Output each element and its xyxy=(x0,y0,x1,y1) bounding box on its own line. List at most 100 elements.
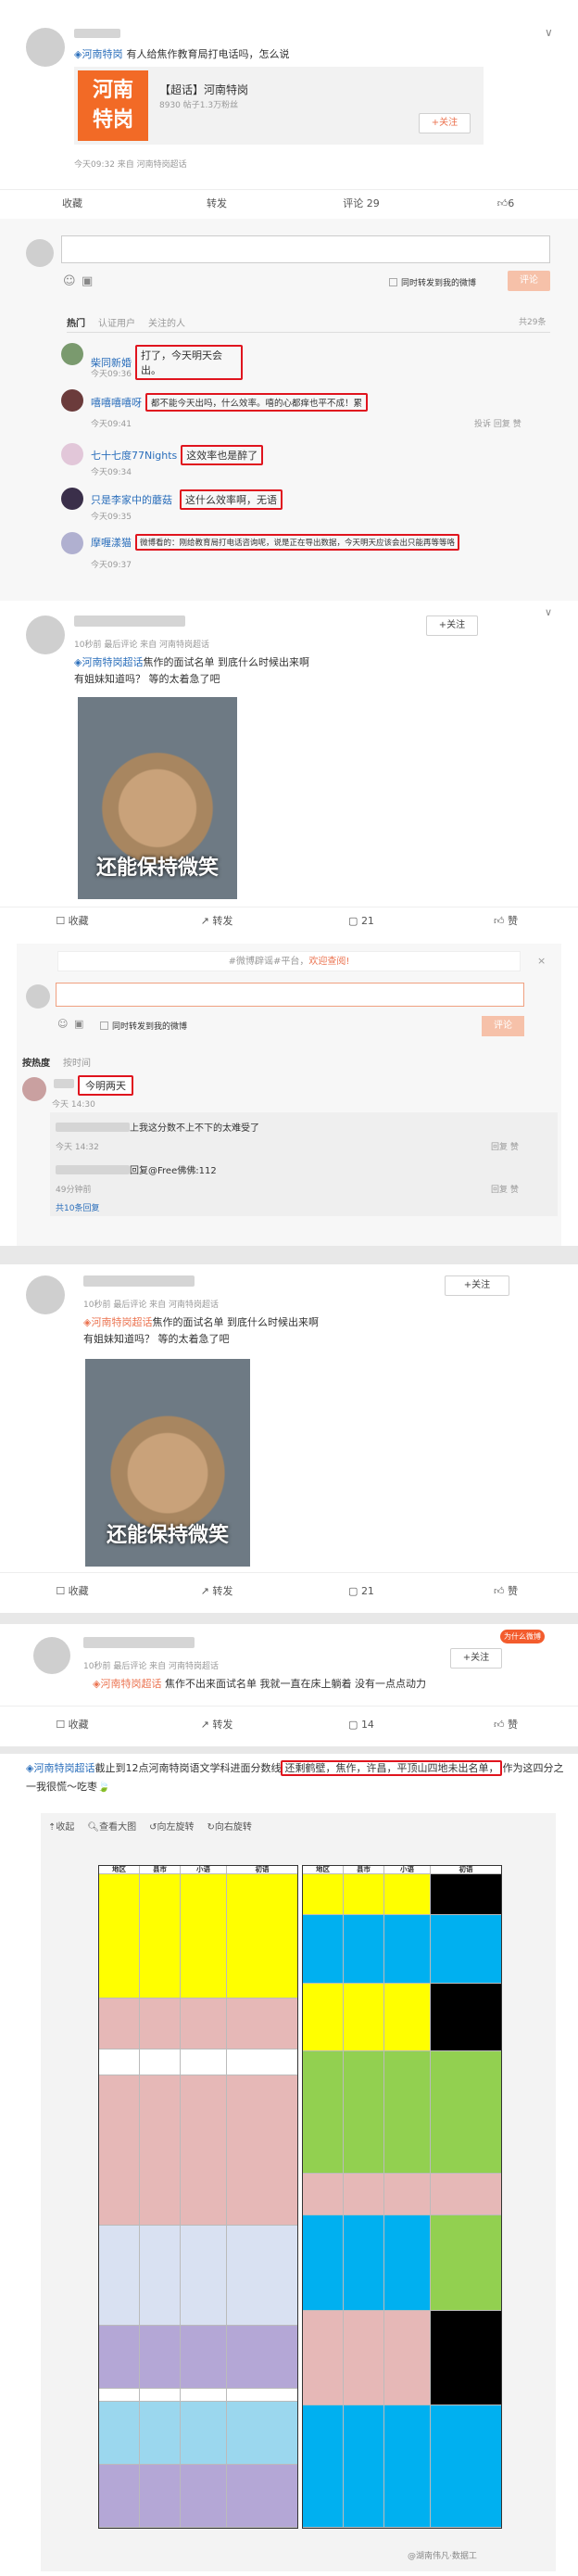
reply-author[interactable] xyxy=(56,1164,130,1174)
follow-button[interactable]: +关注 xyxy=(419,113,471,133)
like-button[interactable]: 👍︎ 赞 xyxy=(434,907,578,935)
chevron-down-icon[interactable]: ∨ xyxy=(545,26,553,39)
avatar[interactable] xyxy=(61,343,83,365)
source-link[interactable]: 河南特岗超话 xyxy=(82,656,143,668)
table-row xyxy=(303,2405,501,2528)
table-row xyxy=(99,2388,297,2403)
submit-comment-button[interactable]: 评论 xyxy=(508,271,550,291)
username[interactable] xyxy=(83,1275,195,1287)
follow-button[interactable]: +关注 xyxy=(450,1648,502,1669)
avatar[interactable] xyxy=(22,1077,46,1101)
close-icon[interactable]: × xyxy=(537,955,546,967)
reply-author[interactable] xyxy=(56,1122,130,1132)
follow-button[interactable]: +关注 xyxy=(445,1275,509,1296)
source-link[interactable]: 河南特岗超话 xyxy=(91,1316,152,1328)
like-button[interactable]: 👍︎ 赞 xyxy=(434,1573,578,1609)
comment-input[interactable] xyxy=(61,235,550,263)
source-link[interactable]: 河南特岗超话 xyxy=(100,1678,161,1690)
reply-time: 49分钟前 xyxy=(56,1186,92,1195)
reply-actions[interactable]: 回复 赞 xyxy=(491,1183,519,1195)
comment-tabs: 热门 认证用户 关注的人 xyxy=(67,315,185,329)
reply-actions[interactable]: 回复 赞 xyxy=(491,1140,519,1152)
image-icon[interactable]: ▣ xyxy=(74,1018,83,1030)
emoji-icon[interactable]: ☺ xyxy=(63,274,76,288)
post-meta: 10秒前 最后评论 来自 河南特岗超话 xyxy=(83,1301,220,1310)
comment-line: 摩喱漾猫 微博看的：刚给教育局打电话咨询呢，说是正在导出数据，今天明天应该会出只… xyxy=(91,534,460,551)
avatar[interactable] xyxy=(61,532,83,554)
avatar[interactable] xyxy=(26,28,65,67)
post-meta: 10秒前 最后评论 来自 河南特岗超话 xyxy=(74,641,210,650)
comment-author[interactable]: 摩喱漾猫 xyxy=(91,535,132,550)
post-image[interactable]: 还能保持微笑 xyxy=(85,1359,250,1567)
repost-button[interactable]: 转发 xyxy=(144,190,289,218)
table-row xyxy=(99,2049,297,2075)
source-link[interactable]: 河南特岗超话 xyxy=(33,1762,94,1774)
comment-actions[interactable]: 投诉 回复 赞 xyxy=(474,417,521,429)
post-image[interactable]: 还能保持微笑 xyxy=(78,697,237,899)
tab-following[interactable]: 关注的人 xyxy=(148,315,185,329)
comment-button[interactable]: 评论 29 xyxy=(289,190,434,218)
sort-time[interactable]: 按时间 xyxy=(63,1055,91,1069)
follow-button[interactable]: +关注 xyxy=(426,615,478,636)
avatar[interactable] xyxy=(26,615,65,654)
comment-input[interactable] xyxy=(56,983,524,1007)
rotate-left-button[interactable]: ↺向左旋转 xyxy=(149,1819,194,1833)
table-row xyxy=(99,2325,297,2389)
comment-text: 这什么效率啊，无语 xyxy=(180,489,283,510)
rotate-right-button[interactable]: ↻向右旋转 xyxy=(207,1819,251,1833)
source-link[interactable]: 河南特岗 xyxy=(82,46,122,61)
comment-button[interactable]: ▢ 21 xyxy=(289,1573,434,1609)
favorite-button[interactable]: ☐ 收藏 xyxy=(0,1707,144,1743)
supertopic-card[interactable]: 河南 特岗 【超话】河南特岗 8930 帖子1.3万粉丝 +关注 xyxy=(74,67,484,145)
username[interactable] xyxy=(74,615,185,627)
submit-comment-button[interactable]: 评论 xyxy=(482,1016,524,1036)
view-large-button[interactable]: 🔍︎查看大图 xyxy=(87,1819,136,1833)
comment-author[interactable] xyxy=(54,1079,74,1088)
avatar[interactable] xyxy=(26,1275,65,1314)
avatar[interactable] xyxy=(61,389,83,412)
comment-item: 摩喱漾猫 微博看的：刚给教育局打电话咨询呢，说是正在导出数据，今天明天应该会出只… xyxy=(61,527,550,573)
comment-item: 七十七度77Nights 这效率也是醉了 今天09:34 xyxy=(61,438,550,478)
repost-button[interactable]: ↗ 转发 xyxy=(144,1573,289,1609)
card-stats: 8930 帖子1.3万粉丝 xyxy=(159,101,239,110)
favorite-button[interactable]: ☐ 收藏 xyxy=(0,1573,144,1609)
repost-checkbox[interactable]: 同时转发到我的微博 xyxy=(389,276,476,288)
emoji-icon[interactable]: ☺ xyxy=(57,1018,68,1030)
favorite-button[interactable]: ☐ 收藏 xyxy=(0,907,144,935)
post-text: ◈河南特岗超话 焦作不出来面试名单 我就一直在床上躺着 没有一点点动力 xyxy=(93,1678,426,1690)
chevron-down-icon[interactable]: ∨ xyxy=(545,606,552,618)
avatar[interactable] xyxy=(33,1637,70,1674)
like-button[interactable]: 👍︎ 赞 xyxy=(434,1707,578,1743)
tab-hot[interactable]: 热门 xyxy=(67,315,85,329)
comment-author[interactable]: 嘻嘻嘻嘻呀 xyxy=(91,395,142,410)
reply-item: 回复@Free佛佛:112 xyxy=(56,1162,217,1176)
repost-checkbox[interactable]: 同时转发到我的微博 xyxy=(100,1020,187,1032)
score-table-image[interactable]: 地区 县市 小语 初语 地区 县市 小语 初语 xyxy=(98,1865,502,2529)
more-replies-link[interactable]: 共10条回复 xyxy=(56,1201,99,1213)
username[interactable] xyxy=(83,1637,195,1648)
notice-link[interactable]: #微博辟谣#平台， xyxy=(229,957,309,967)
comment-author[interactable]: 七十七度77Nights xyxy=(91,448,177,463)
action-bar: ☐ 收藏 ↗ 转发 ▢ 21 👍︎ 赞 xyxy=(0,1572,578,1609)
table-row xyxy=(99,2075,297,2226)
collapse-button[interactable]: ⇡收起 xyxy=(48,1819,74,1833)
comment-button[interactable]: ▢ 21 xyxy=(289,907,434,935)
image-toolbar: ⇡收起 🔍︎查看大图 ↺向左旋转 ↻向右旋转 xyxy=(48,1819,252,1833)
image-icon[interactable]: ▣ xyxy=(82,274,93,288)
tab-verified[interactable]: 认证用户 xyxy=(98,315,135,329)
sort-hot[interactable]: 按热度 xyxy=(22,1055,50,1069)
avatar[interactable] xyxy=(61,443,83,465)
repost-button[interactable]: ↗ 转发 xyxy=(144,1707,289,1743)
promo-badge: 为什么微博 xyxy=(500,1630,545,1643)
comment-text: 都不能今天出吗，什么效率。嘻的心都痒也平不成！累 xyxy=(145,393,369,412)
table-row xyxy=(303,1873,501,1916)
table-row xyxy=(99,2225,297,2326)
comment-author[interactable]: 只是李家中的蘑菇 xyxy=(91,492,172,507)
favorite-button[interactable]: 收藏 xyxy=(0,190,144,218)
like-button[interactable]: 👍︎6 xyxy=(434,190,578,218)
comment-button[interactable]: ▢ 14 xyxy=(289,1707,434,1743)
post-text: ◈河南特岗超话焦作的面试名单 到底什么时候出来啊 有姐妹知道吗？ 等的太着急了吧 xyxy=(74,656,309,685)
username[interactable] xyxy=(74,29,120,38)
repost-button[interactable]: ↗ 转发 xyxy=(144,907,289,935)
avatar[interactable] xyxy=(61,488,83,510)
